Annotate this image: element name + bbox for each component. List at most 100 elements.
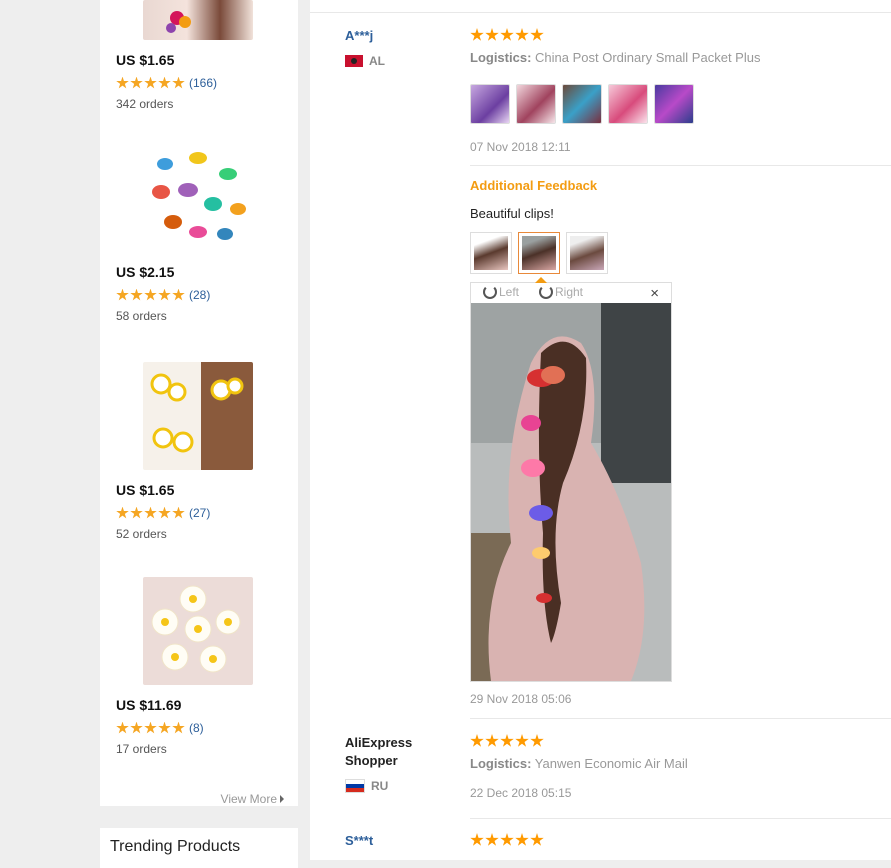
- review-photo[interactable]: [608, 84, 648, 124]
- photo-viewer: Left Right ×: [470, 277, 672, 682]
- rating-count[interactable]: (8): [189, 721, 204, 735]
- star-icon: [470, 28, 484, 41]
- product-card[interactable]: US $11.69 (8) 17 orders: [116, 577, 286, 756]
- product-thumbnail[interactable]: [143, 0, 253, 40]
- reviewer-country: AL: [345, 54, 385, 68]
- rotate-right-label: Right: [555, 285, 584, 299]
- star-icon: [470, 833, 484, 846]
- flag-albania-icon: [345, 55, 363, 67]
- enlarged-photo-image: [471, 303, 671, 681]
- star-icon: [116, 76, 129, 89]
- feedback-photo-selected[interactable]: [518, 232, 560, 274]
- star-icon: [130, 506, 143, 519]
- feedback-list: A***j AL Logistics: China Post Ordinary …: [310, 0, 891, 860]
- star-icon: [130, 288, 143, 301]
- product-card[interactable]: US $1.65 (27) 52 orders: [116, 362, 286, 541]
- star-icon: [500, 833, 514, 846]
- close-icon[interactable]: ×: [650, 285, 659, 302]
- star-icon: [158, 288, 171, 301]
- feedback-photo[interactable]: [470, 232, 512, 274]
- logistics-label: Logistics:: [470, 756, 532, 771]
- star-icon: [144, 288, 157, 301]
- divider: [310, 12, 891, 13]
- star-icon: [158, 506, 171, 519]
- product-image: [151, 585, 241, 673]
- rotate-left-icon: [483, 285, 497, 299]
- product-thumbnail[interactable]: [143, 362, 253, 470]
- star-icon: [485, 833, 499, 846]
- product-image: [150, 362, 253, 470]
- orders-count: 342 orders: [116, 97, 174, 111]
- product-card[interactable]: US $2.15 (28) 58 orders: [116, 144, 286, 323]
- review-photo[interactable]: [516, 84, 556, 124]
- review-photo[interactable]: [562, 84, 602, 124]
- caret-right-icon: [280, 795, 284, 803]
- country-code: RU: [371, 779, 389, 793]
- star-icon: [144, 506, 157, 519]
- orders-count: 58 orders: [116, 309, 167, 323]
- star-icon: [485, 734, 499, 747]
- star-icon: [500, 28, 514, 41]
- view-more-link[interactable]: View More: [221, 792, 284, 806]
- additional-feedback-photos: [470, 232, 608, 274]
- reviewer-name: AliExpress Shopper: [345, 735, 413, 768]
- star-icon: [530, 734, 544, 747]
- product-price: US $2.15: [116, 264, 175, 280]
- divider: [470, 818, 891, 819]
- rotate-left-button[interactable]: Left: [483, 285, 519, 299]
- star-icon: [172, 288, 185, 301]
- review-date: 22 Dec 2018 05:15: [470, 786, 572, 800]
- rotate-right-button[interactable]: Right: [539, 285, 583, 299]
- rating-stars: [116, 288, 185, 302]
- star-icon: [116, 721, 129, 734]
- review-rating: [470, 734, 544, 748]
- star-icon: [515, 734, 529, 747]
- view-more-label: View More: [220, 792, 277, 806]
- review-rating: [470, 833, 544, 847]
- star-icon: [172, 721, 185, 734]
- star-icon: [130, 721, 143, 734]
- star-icon: [158, 721, 171, 734]
- additional-feedback-date: 29 Nov 2018 05:06: [470, 692, 572, 706]
- review-photo[interactable]: [470, 84, 510, 124]
- rotate-right-icon: [539, 285, 553, 299]
- star-icon: [172, 76, 185, 89]
- product-thumbnail[interactable]: [143, 577, 253, 685]
- star-icon: [530, 28, 544, 41]
- star-icon: [158, 76, 171, 89]
- feedback-photo[interactable]: [566, 232, 608, 274]
- rotate-left-label: Left: [499, 285, 520, 299]
- product-image: [166, 11, 191, 33]
- reviewer-name: S***t: [345, 833, 374, 848]
- star-icon: [530, 833, 544, 846]
- rating-count[interactable]: (27): [189, 506, 210, 520]
- related-products-sidebar: US $1.65 (166) 342 orders US $2.15 (28) …: [100, 0, 298, 806]
- product-price: US $11.69: [116, 697, 182, 713]
- product-thumbnail[interactable]: [143, 144, 253, 252]
- divider: [470, 165, 891, 166]
- reviewer-name: A***j: [345, 28, 374, 43]
- star-icon: [470, 734, 484, 747]
- star-icon: [144, 76, 157, 89]
- rating-stars: [116, 506, 185, 520]
- additional-feedback-text: Beautiful clips!: [470, 206, 554, 221]
- country-code: AL: [369, 54, 385, 68]
- product-price: US $1.65: [116, 52, 175, 68]
- rating-count[interactable]: (166): [189, 76, 217, 90]
- reviewer-country: RU: [345, 779, 388, 793]
- review-date: 07 Nov 2018 12:11: [470, 140, 571, 154]
- product-card[interactable]: US $1.65 (166) 342 orders: [116, 0, 286, 111]
- product-rating: (8): [116, 720, 286, 736]
- star-icon: [515, 833, 529, 846]
- rating-count[interactable]: (28): [189, 288, 210, 302]
- flag-russia-icon: [345, 779, 365, 793]
- review-photo[interactable]: [654, 84, 694, 124]
- product-rating: (166): [116, 75, 286, 91]
- rating-stars: [116, 721, 185, 735]
- review-photos: [470, 84, 694, 124]
- rating-stars: [116, 76, 185, 90]
- logistics-method: Yanwen Economic Air Mail: [534, 756, 688, 771]
- logistics-info: Logistics: China Post Ordinary Small Pac…: [470, 50, 760, 65]
- product-image: [152, 152, 246, 240]
- star-icon: [172, 506, 185, 519]
